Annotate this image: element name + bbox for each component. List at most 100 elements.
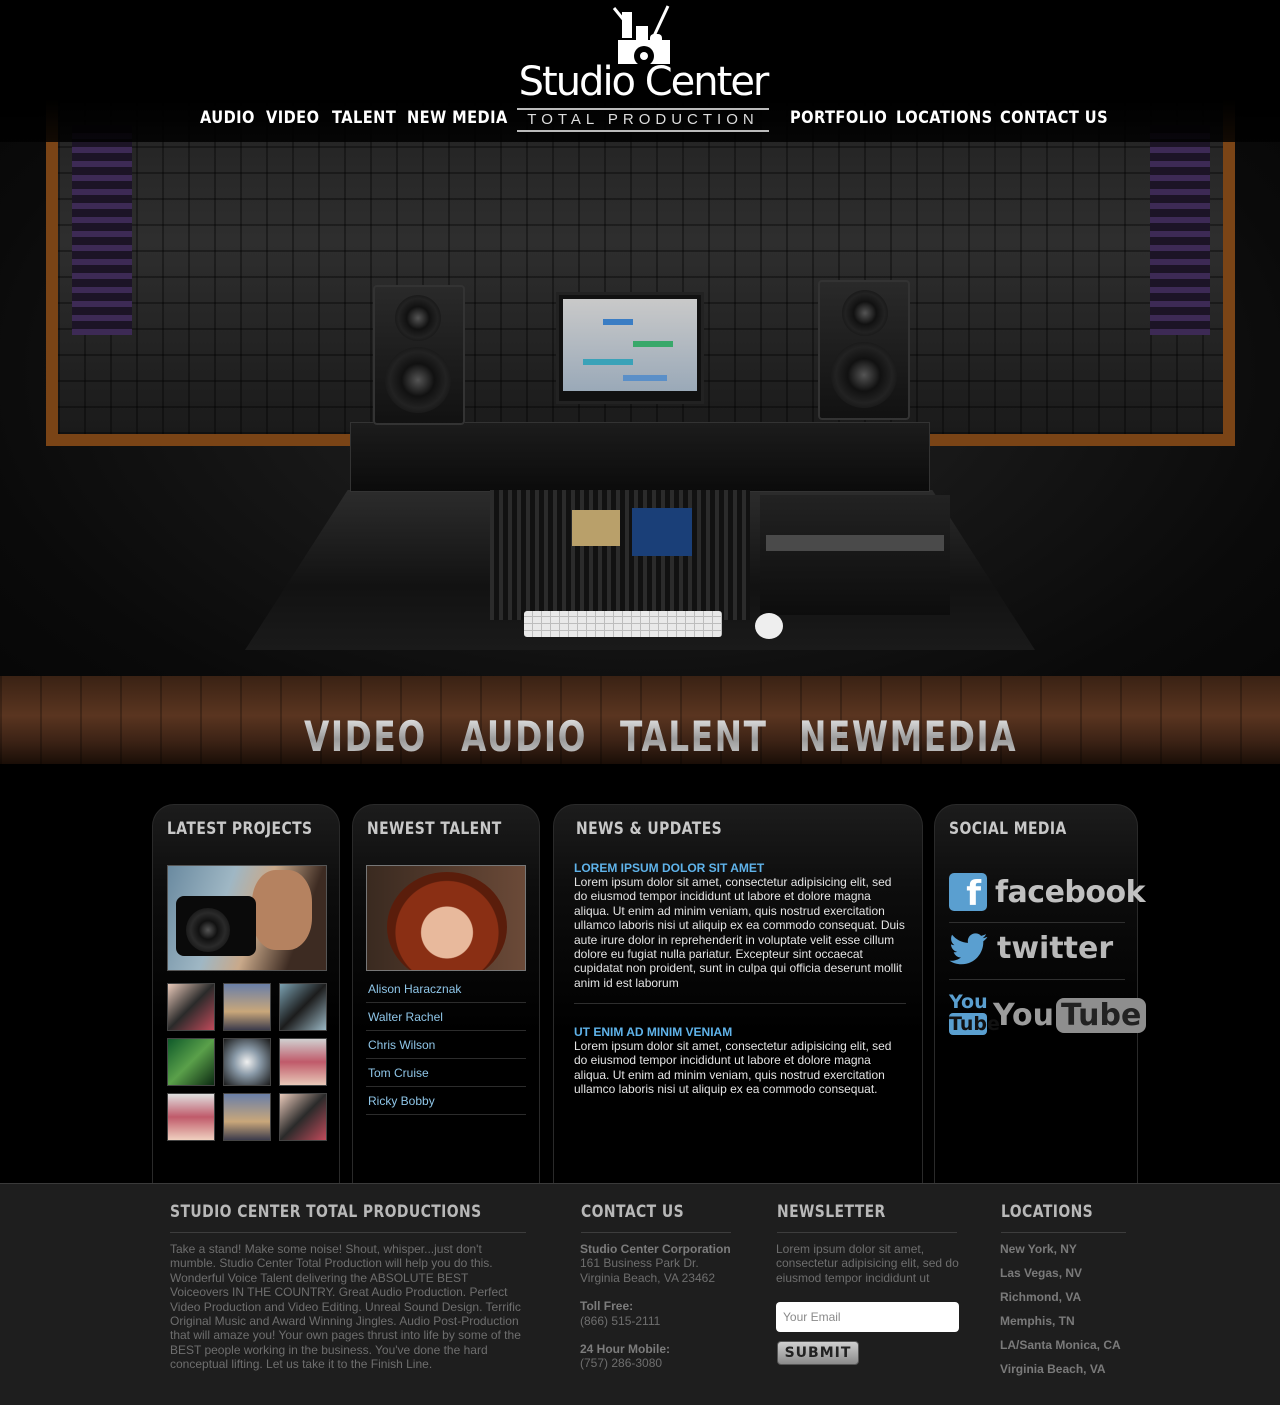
location-item[interactable]: Memphis, TN [1000, 1314, 1121, 1338]
facebook-icon: f [949, 873, 987, 911]
nav-new-media[interactable]: NEW MEDIA [407, 108, 507, 128]
mouse [755, 613, 783, 639]
youtube-icon: You Tube [949, 991, 1000, 1035]
address-line: Virginia Beach, VA 23462 [580, 1270, 715, 1285]
latest-projects-panel: LATEST PROJECTS [152, 804, 340, 1184]
mobile-label: 24 Hour Mobile: [580, 1342, 671, 1357]
talent-link[interactable]: Alison Haracznak [368, 982, 461, 996]
locations-list: New York, NY Las Vegas, NV Richmond, VA … [1000, 1242, 1121, 1386]
list-item: Walter Rachel [366, 1003, 526, 1031]
talent-link[interactable]: Tom Cruise [368, 1066, 429, 1080]
project-thumb[interactable] [279, 983, 327, 1031]
divider [949, 979, 1125, 980]
panel-title: NEWEST TALENT [367, 819, 502, 839]
logo-tagline: TOTAL PRODUCTION [517, 108, 769, 132]
talent-photo[interactable] [366, 865, 526, 971]
news-updates-panel: NEWS & UPDATES LOREM IPSUM DOLOR SIT AME… [553, 804, 923, 1184]
talent-link[interactable]: Chris Wilson [368, 1038, 435, 1052]
project-thumb[interactable] [223, 1093, 271, 1141]
list-item: Alison Haracznak [366, 975, 526, 1003]
footer-locations-title: LOCATIONS [1001, 1202, 1094, 1222]
news-headline[interactable]: LOREM IPSUM DOLOR SIT AMET [574, 861, 906, 875]
category-links: VIDEO AUDIO TALENT NEWMEDIA [0, 700, 1280, 761]
location-item[interactable]: Virginia Beach, VA [1000, 1362, 1121, 1386]
twitter-link[interactable]: twitter [949, 931, 1113, 966]
news-headline[interactable]: UT ENIM AD MINIM VENIAM [574, 1025, 906, 1039]
newest-talent-panel: NEWEST TALENT Alison Haracznak Walter Ra… [352, 804, 540, 1184]
mobile-number[interactable]: (757) 286-3080 [580, 1356, 750, 1370]
nav-audio[interactable]: AUDIO [200, 108, 257, 128]
divider [574, 1003, 906, 1004]
twitter-bird-icon [949, 932, 988, 964]
studio-desk-shelf [350, 422, 930, 492]
studio-center-logo[interactable]: Studio Center TOTAL PRODUCTION [515, 4, 771, 132]
facebook-wordmark: facebook [995, 874, 1146, 910]
footer-contact-title: CONTACT US [581, 1202, 685, 1222]
panel-title: NEWS & UPDATES [576, 819, 723, 839]
footer: STUDIO CENTER TOTAL PRODUCTIONS Take a s… [0, 1183, 1280, 1405]
panel-title: LATEST PROJECTS [167, 819, 313, 839]
speaker-left [373, 285, 465, 425]
location-item[interactable]: Richmond, VA [1000, 1290, 1121, 1314]
tollfree-label: Toll Free: [580, 1299, 634, 1314]
location-item[interactable]: LA/Santa Monica, CA [1000, 1338, 1121, 1362]
news-body: Lorem ipsum dolor sit amet, consectetur … [574, 875, 905, 990]
project-thumb[interactable] [223, 983, 271, 1031]
nav-locations[interactable]: LOCATIONS [896, 108, 992, 128]
youtube-wordmark: You Tube [993, 997, 1147, 1033]
nav-portfolio[interactable]: PORTFOLIO [790, 108, 887, 128]
project-thumb[interactable] [167, 983, 215, 1031]
talent-link[interactable]: Walter Rachel [368, 1010, 443, 1024]
company-name: Studio Center Corporation [580, 1242, 731, 1256]
location-item[interactable]: Las Vegas, NV [1000, 1266, 1121, 1290]
list-item: Tom Cruise [366, 1059, 526, 1087]
nav-video[interactable]: VIDEO [266, 108, 323, 128]
featured-project-image[interactable] [167, 865, 327, 971]
category-newmedia[interactable]: NEWMEDIA [799, 712, 1017, 761]
project-thumb[interactable] [279, 1038, 327, 1086]
divider [1001, 1232, 1126, 1233]
category-video[interactable]: VIDEO [304, 712, 427, 761]
main-nav-left: AUDIO VIDEO TALENT NEW MEDIA [200, 108, 507, 128]
project-thumb[interactable] [167, 1038, 215, 1086]
footer-about-title: STUDIO CENTER TOTAL PRODUCTIONS [170, 1202, 482, 1222]
talent-link[interactable]: Ricky Bobby [368, 1094, 435, 1108]
nav-talent[interactable]: TALENT [332, 108, 397, 128]
project-thumbnails [167, 983, 327, 1141]
nav-contact-us[interactable]: CONTACT US [1000, 108, 1108, 128]
logo-wordmark: Studio Center [518, 59, 770, 105]
main-nav-right: PORTFOLIO LOCATIONS CONTACT US [790, 108, 1108, 128]
email-field[interactable] [776, 1302, 959, 1332]
footer-contact-info: Studio Center Corporation 161 Business P… [580, 1242, 750, 1371]
divider [170, 1232, 526, 1233]
list-item: Ricky Bobby [366, 1087, 526, 1115]
hero-banner: Studio Center TOTAL PRODUCTION AUDIO VID… [0, 0, 1280, 676]
divider [581, 1232, 731, 1233]
acoustic-foam-left [72, 125, 132, 335]
project-thumb[interactable] [223, 1038, 271, 1086]
main-content: LATEST PROJECTS NEWEST TALENT Alison Har… [0, 764, 1280, 1184]
acoustic-foam-right [1150, 125, 1210, 335]
tollfree-number[interactable]: (866) 515-2111 [580, 1314, 750, 1328]
mixing-console [490, 490, 750, 620]
footer-about-text: Take a stand! Make some noise! Shout, wh… [170, 1242, 521, 1372]
twitter-wordmark: twitter [997, 931, 1114, 966]
keyboard [524, 611, 722, 637]
panel-title: SOCIAL MEDIA [949, 819, 1067, 839]
project-thumb[interactable] [279, 1093, 327, 1141]
news-item: LOREM IPSUM DOLOR SIT AMET Lorem ipsum d… [574, 861, 906, 990]
newsletter-text: Lorem ipsum dolor sit amet, consectetur … [776, 1242, 959, 1285]
category-talent[interactable]: TALENT [620, 712, 768, 761]
divider [777, 1232, 957, 1233]
submit-button[interactable]: SUBMIT [777, 1341, 859, 1365]
facebook-link[interactable]: f facebook [949, 873, 1146, 911]
youtube-link[interactable]: You Tube You Tube [949, 991, 1147, 1039]
list-item: Chris Wilson [366, 1031, 526, 1059]
news-item: UT ENIM AD MINIM VENIAM Lorem ipsum dolo… [574, 1025, 906, 1097]
project-thumb[interactable] [167, 1093, 215, 1141]
news-body: Lorem ipsum dolor sit amet, consectetur … [574, 1039, 892, 1097]
location-item[interactable]: New York, NY [1000, 1242, 1121, 1266]
address-line: 161 Business Park Dr. [580, 1256, 699, 1271]
speaker-right [818, 280, 910, 420]
category-audio[interactable]: AUDIO [461, 712, 587, 761]
